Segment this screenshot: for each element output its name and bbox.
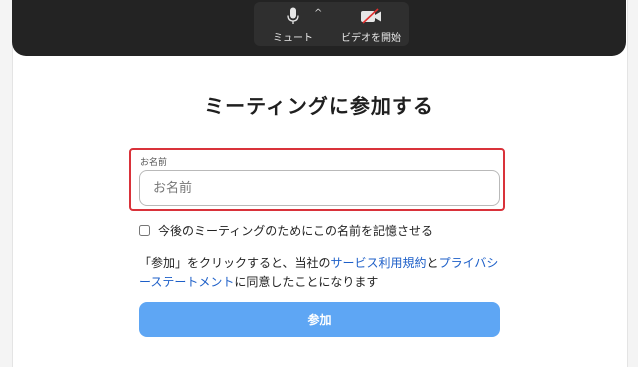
page-title: ミーティングに参加する [204,94,434,118]
remember-name-checkbox[interactable] [139,225,150,236]
mute-button[interactable]: ミュート [268,6,318,46]
name-input[interactable] [139,170,500,206]
mute-label: ミュート [273,33,313,44]
chevron-up-icon[interactable]: ^ [314,8,322,19]
terms-notice: 「参加」をクリックすると、当社のサービス利用規約とプライバシーステートメントに同… [139,254,509,292]
start-video-button[interactable]: ビデオを開始 [336,6,406,46]
terms-suffix: に同意したことになります [234,275,379,289]
remember-name-option[interactable]: 今後のミーティングのためにこの名前を記憶させる [139,222,433,239]
join-button[interactable]: 参加 [139,302,500,337]
video-preview-bar: ミュート ^ ビデオを開始 [12,0,626,56]
video-label: ビデオを開始 [341,33,401,44]
microphone-icon [287,6,299,26]
terms-of-service-link[interactable]: サービス利用規約 [331,256,427,270]
terms-connector: と [426,256,439,270]
page: ミュート ^ ビデオを開始 ミーティングに参加する お名前 今後のミーティングの… [0,0,638,367]
remember-name-label: 今後のミーティングのためにこの名前を記憶させる [158,224,434,238]
media-controls: ミュート ^ ビデオを開始 [254,2,409,46]
video-off-icon [360,6,382,26]
terms-prefix: 「参加」をクリックすると、当社の [139,256,331,270]
name-field-label: お名前 [140,158,168,168]
